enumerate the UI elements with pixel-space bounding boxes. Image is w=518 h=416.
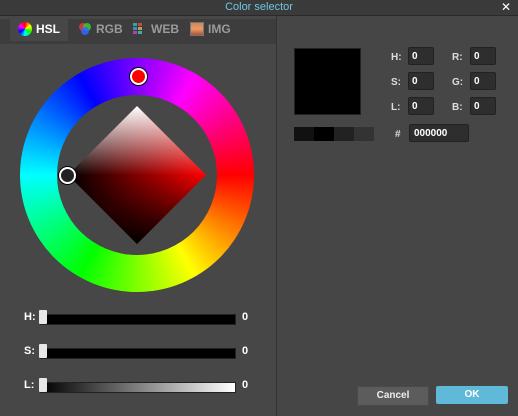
slider-l-label: L: [24, 379, 35, 391]
slider-l: L: 0 [24, 378, 254, 393]
slider-s-label: S: [24, 345, 35, 357]
slider-h-label: H: [24, 311, 36, 323]
slider-s-track[interactable] [40, 348, 236, 359]
tab-img[interactable]: IMG [190, 16, 231, 41]
field-h-input[interactable]: 0 [408, 47, 434, 65]
hex-label: # [395, 129, 401, 140]
field-g-input[interactable]: 0 [470, 72, 496, 90]
tab-label: IMG [208, 21, 231, 36]
color-variant[interactable] [334, 127, 354, 141]
tab-hsl[interactable]: HSL [10, 16, 68, 41]
close-icon[interactable]: ✕ [500, 0, 512, 14]
values-panel: H: 0 R: 0 S: 0 G: 0 L: 0 B: 0 # 000000 C… [277, 16, 518, 416]
slider-s-value: 0 [242, 345, 249, 357]
hsl-panel: HSL RGB WEB IMG H: 0 S: 0 L: 0 [0, 16, 276, 416]
field-r-input[interactable]: 0 [470, 47, 496, 65]
title-bar: Color selector ✕ [0, 0, 518, 16]
rgb-circles-icon [78, 22, 92, 36]
tab-label: WEB [151, 21, 179, 36]
color-variant[interactable] [314, 127, 334, 141]
hsl-wheel-icon [18, 21, 32, 36]
tab-web[interactable]: WEB [133, 16, 179, 41]
tab-rgb[interactable]: RGB [78, 16, 123, 41]
hue-handle[interactable] [130, 68, 147, 85]
slider-l-thumb[interactable] [39, 378, 47, 392]
color-variants-strip [294, 127, 374, 141]
field-b-label: B: [452, 102, 463, 113]
hex-input[interactable]: 000000 [409, 124, 469, 142]
slider-l-value: 0 [242, 379, 249, 391]
field-g-label: G: [452, 77, 464, 88]
tab-label: HSL [36, 21, 60, 36]
slider-s: S: 0 [24, 344, 254, 359]
field-l-input[interactable]: 0 [408, 97, 434, 115]
tab-label: RGB [96, 21, 123, 36]
image-icon [190, 21, 204, 36]
slider-h-thumb[interactable] [39, 310, 47, 324]
field-b-input[interactable]: 0 [470, 97, 496, 115]
slider-h: H: 0 [24, 310, 254, 325]
color-variant[interactable] [354, 127, 374, 141]
field-s-input[interactable]: 0 [408, 72, 434, 90]
field-h-label: H: [391, 52, 402, 63]
slider-l-track[interactable] [40, 382, 236, 393]
field-l-label: L: [391, 102, 401, 113]
slider-h-value: 0 [242, 311, 249, 323]
cancel-button[interactable]: Cancel [357, 386, 429, 406]
slider-s-thumb[interactable] [39, 344, 47, 358]
slider-h-track[interactable] [40, 314, 236, 325]
field-r-label: R: [452, 52, 463, 63]
web-grid-icon [133, 22, 147, 36]
ok-button[interactable]: OK [436, 386, 508, 404]
color-selector-window: Color selector ✕ HSL RGB WEB IMG H: 0 S:… [0, 0, 518, 416]
color-preview [294, 48, 361, 115]
color-variant[interactable] [294, 127, 314, 141]
window-title: Color selector [225, 1, 293, 13]
field-s-label: S: [391, 77, 401, 88]
color-handle[interactable] [59, 167, 76, 184]
color-picker[interactable] [20, 58, 254, 292]
